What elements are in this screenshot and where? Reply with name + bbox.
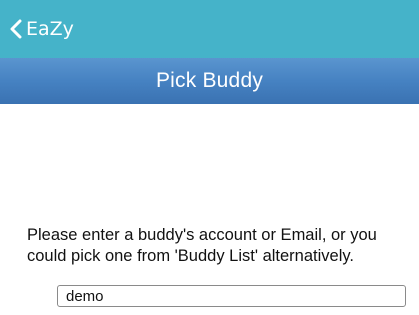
page-title: Pick Buddy bbox=[155, 69, 264, 92]
back-button-label: EaZy bbox=[26, 18, 74, 40]
instructions-text: Please enter a buddy's account or Email,… bbox=[27, 226, 377, 265]
navigation-bar: Pick Buddy bbox=[0, 58, 419, 104]
chevron-left-icon bbox=[10, 19, 22, 39]
buddy-input-container bbox=[57, 285, 406, 307]
top-bar: EaZy bbox=[0, 0, 419, 58]
back-button[interactable]: EaZy bbox=[10, 16, 74, 42]
buddy-account-input[interactable] bbox=[58, 286, 405, 306]
